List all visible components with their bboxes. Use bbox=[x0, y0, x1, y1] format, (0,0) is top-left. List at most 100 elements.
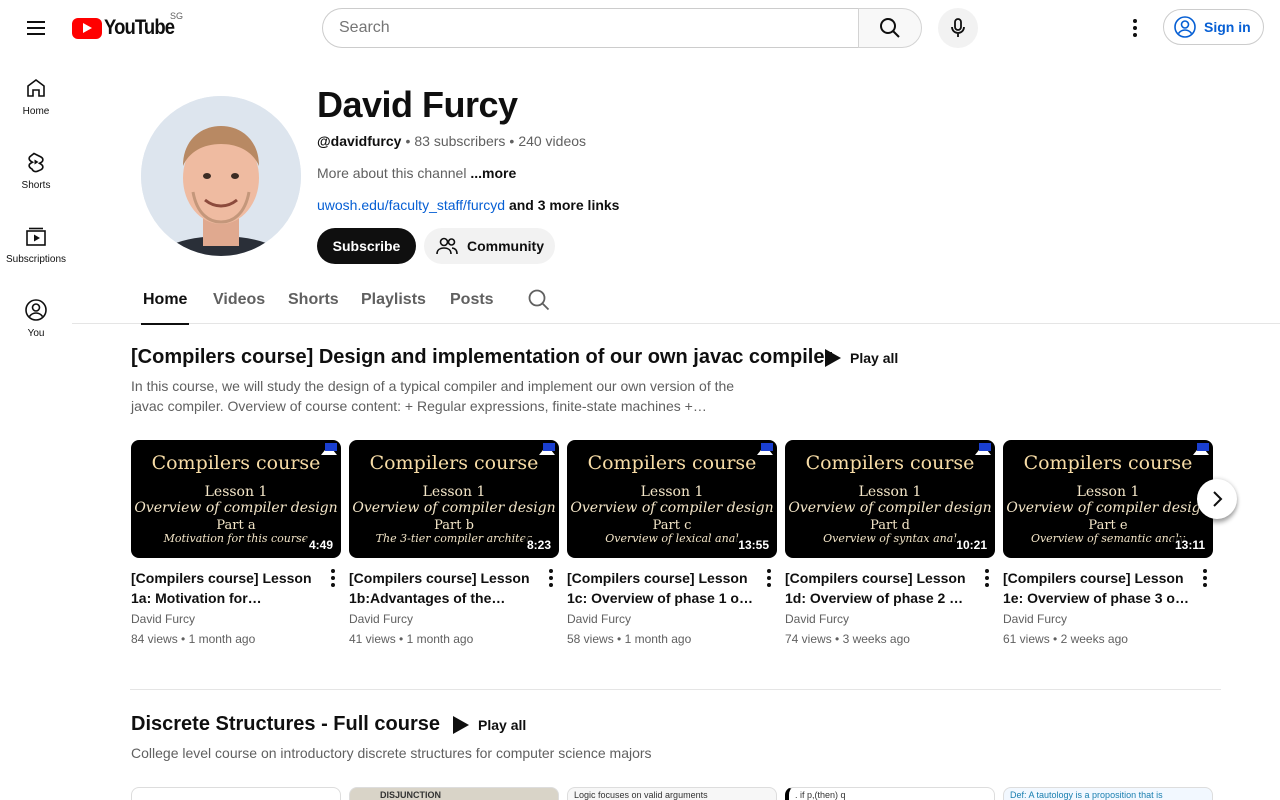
video-thumbnail[interactable]: Compilers course Lesson 1 Overview of co… bbox=[349, 440, 559, 558]
youtube-play-icon bbox=[72, 17, 102, 39]
more-vertical-icon bbox=[549, 569, 553, 587]
shelf-next-button[interactable] bbox=[1197, 479, 1237, 519]
video-card[interactable]: Compilers course Lesson 1 Overview of co… bbox=[567, 440, 777, 649]
subscribe-button[interactable]: Subscribe bbox=[317, 228, 416, 264]
thumbnail-text: Compilers course bbox=[1023, 452, 1193, 474]
sidebar-item-home[interactable]: Home bbox=[0, 56, 72, 130]
video-card[interactable]: Compilers course Lesson 1 Overview of co… bbox=[349, 440, 559, 649]
you-icon bbox=[25, 299, 47, 321]
video-duration: 10:21 bbox=[952, 537, 991, 553]
shelf-divider bbox=[130, 689, 1221, 690]
tab-playlists[interactable]: Playlists bbox=[361, 276, 426, 324]
sidebar-item-subscriptions[interactable]: Subscriptions bbox=[0, 204, 72, 278]
thumbnail-text: Compilers course bbox=[805, 452, 975, 474]
video-title[interactable]: [Compilers course] Lesson 1d: Overview o… bbox=[785, 568, 971, 608]
thumbnail-text: Compilers course bbox=[151, 452, 321, 474]
upload-age: 1 month ago bbox=[188, 632, 256, 646]
play-all-button[interactable]: Play all bbox=[824, 348, 898, 368]
tab-home[interactable]: Home bbox=[140, 276, 190, 325]
video-duration: 13:55 bbox=[734, 537, 773, 553]
view-count: 41 views bbox=[349, 632, 396, 646]
tab-posts[interactable]: Posts bbox=[450, 276, 494, 324]
video-thumbnail[interactable]: Logic focuses on valid arguments bbox=[567, 787, 777, 800]
channel-description[interactable]: More about this channel ...more bbox=[317, 165, 516, 181]
shelf-description-line: In this course, we will study the design… bbox=[131, 378, 735, 394]
thumbnail-text: Compilers course bbox=[587, 452, 757, 474]
video-channel[interactable]: David Furcy bbox=[131, 609, 341, 629]
play-all-button[interactable]: Play all bbox=[452, 715, 526, 735]
video-duration: 8:23 bbox=[522, 537, 555, 553]
thumbnail-text: Part a bbox=[216, 518, 256, 533]
shelf-description: In this course, we will study the design… bbox=[131, 376, 771, 416]
thumbnail-text: Overview of compiler design bbox=[134, 500, 338, 516]
video-channel[interactable]: David Furcy bbox=[1003, 609, 1213, 629]
region-code: SG bbox=[170, 11, 184, 21]
video-metadata: 74 views • 3 weeks ago bbox=[785, 632, 910, 646]
video-card[interactable]: Compilers course Lesson 1 Overview of co… bbox=[1003, 440, 1213, 649]
video-menu-button[interactable] bbox=[977, 566, 997, 590]
video-channel[interactable]: David Furcy bbox=[785, 609, 995, 629]
thumbnail-text: Lesson 1 bbox=[858, 484, 922, 500]
video-thumbnail[interactable]: . if p,(then) q bbox=[785, 787, 995, 800]
search-icon[interactable] bbox=[527, 288, 551, 312]
shelf-title[interactable]: Discrete Structures - Full course bbox=[131, 713, 440, 736]
channel-name: David Furcy bbox=[317, 84, 518, 125]
thumbnail-text: Lesson 1 bbox=[422, 484, 486, 500]
channel-website-link[interactable]: uwosh.edu/faculty_staff/furcyd bbox=[317, 197, 505, 213]
tab-shorts[interactable]: Shorts bbox=[288, 276, 339, 324]
video-metadata: 61 views • 2 weeks ago bbox=[1003, 632, 1128, 646]
video-title[interactable]: [Compilers course] Lesson 1a: Motivation… bbox=[131, 568, 317, 608]
settings-menu-button[interactable] bbox=[1115, 8, 1155, 48]
video-menu-button[interactable] bbox=[759, 566, 779, 590]
video-duration: 4:49 bbox=[304, 537, 337, 553]
video-metadata: 41 views • 1 month ago bbox=[349, 632, 474, 646]
sidebar-item-you[interactable]: You bbox=[0, 278, 72, 352]
search-box[interactable] bbox=[322, 8, 859, 48]
video-card[interactable]: Compilers course Lesson 1 Overview of co… bbox=[785, 440, 995, 649]
channel-avatar bbox=[141, 96, 301, 256]
thumbnail-text: Compilers course bbox=[369, 452, 539, 474]
thumbnail-text: Lesson 1 bbox=[204, 484, 268, 500]
about-more-link[interactable]: ...more bbox=[470, 165, 516, 181]
video-thumbnail[interactable]: Compilers course Lesson 1 Overview of co… bbox=[567, 440, 777, 558]
video-count: 240 videos bbox=[518, 133, 587, 149]
video-title[interactable]: [Compilers course] Lesson 1e: Overview o… bbox=[1003, 568, 1189, 608]
video-menu-button[interactable] bbox=[1195, 566, 1215, 590]
shelf-title[interactable]: [Compilers course] Design and implementa… bbox=[131, 346, 832, 369]
separator-dot: • bbox=[405, 133, 411, 149]
home-icon bbox=[27, 79, 45, 97]
video-thumbnail[interactable]: Compilers course Lesson 1 Overview of co… bbox=[1003, 440, 1213, 558]
video-thumbnail[interactable]: Def: A tautology is a proposition that i… bbox=[1003, 787, 1213, 800]
search-input[interactable] bbox=[339, 19, 859, 37]
tab-videos[interactable]: Videos bbox=[213, 276, 265, 324]
video-menu-button[interactable] bbox=[323, 566, 343, 590]
separator-dot: • bbox=[509, 133, 515, 149]
sidebar-item-shorts[interactable]: Shorts bbox=[0, 130, 72, 204]
video-menu-button[interactable] bbox=[541, 566, 561, 590]
video-channel[interactable]: David Furcy bbox=[567, 609, 777, 629]
upload-age: 2 weeks ago bbox=[1060, 632, 1128, 646]
sign-in-button[interactable]: Sign in bbox=[1163, 9, 1264, 45]
video-thumbnail[interactable]: DISJUNCTION bbox=[349, 787, 559, 800]
youtube-logo[interactable]: YouTube SG bbox=[72, 11, 184, 40]
shelf-description-line: javac compiler. Overview of course conte… bbox=[131, 398, 707, 414]
search-button[interactable] bbox=[858, 8, 922, 48]
video-title[interactable]: [Compilers course] Lesson 1b:Advantages … bbox=[349, 568, 535, 608]
menu-button[interactable] bbox=[16, 8, 56, 48]
sign-in-label: Sign in bbox=[1204, 19, 1251, 35]
more-links-link[interactable]: and 3 more links bbox=[509, 197, 619, 213]
video-thumbnail[interactable] bbox=[131, 787, 341, 800]
more-vertical-icon bbox=[331, 569, 335, 587]
community-icon bbox=[436, 237, 458, 255]
voice-search-button[interactable] bbox=[938, 8, 978, 48]
video-title[interactable]: [Compilers course] Lesson 1c: Overview o… bbox=[567, 568, 753, 608]
more-vertical-icon bbox=[1133, 19, 1137, 37]
thumbnail-text: Part e bbox=[1088, 518, 1128, 533]
video-card[interactable]: Compilers course Lesson 1 Overview of co… bbox=[131, 440, 341, 649]
video-thumbnail[interactable]: Compilers course Lesson 1 Overview of co… bbox=[785, 440, 995, 558]
video-channel[interactable]: David Furcy bbox=[349, 609, 559, 629]
channel-handle: @davidfurcy bbox=[317, 133, 402, 149]
community-button[interactable]: Community bbox=[424, 228, 555, 264]
shelf-description: College level course on introductory dis… bbox=[131, 745, 652, 761]
video-thumbnail[interactable]: Compilers course Lesson 1 Overview of co… bbox=[131, 440, 341, 558]
